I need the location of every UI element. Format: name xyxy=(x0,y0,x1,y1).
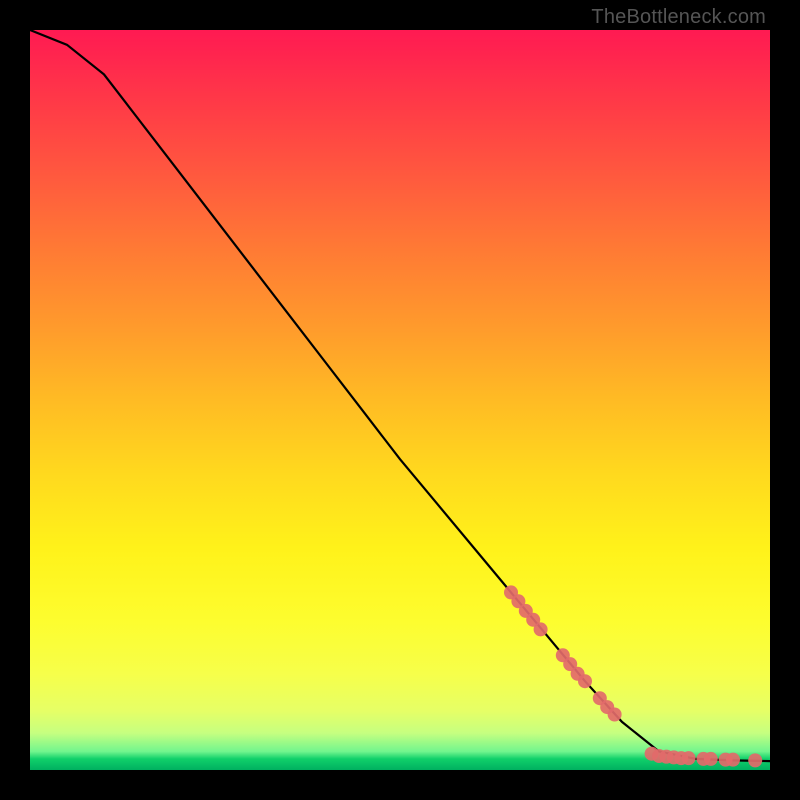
bottleneck-curve xyxy=(30,30,770,761)
marker-dot xyxy=(578,674,592,688)
curve-markers xyxy=(504,585,762,767)
plot-area xyxy=(30,30,770,770)
marker-dot xyxy=(534,622,548,636)
marker-dot xyxy=(608,708,622,722)
marker-dot xyxy=(748,753,762,767)
chart-frame: TheBottleneck.com xyxy=(0,0,800,800)
marker-dot xyxy=(704,752,718,766)
watermark-text: TheBottleneck.com xyxy=(591,6,766,29)
marker-dot xyxy=(682,751,696,765)
chart-svg xyxy=(30,30,770,770)
marker-dot xyxy=(726,753,740,767)
